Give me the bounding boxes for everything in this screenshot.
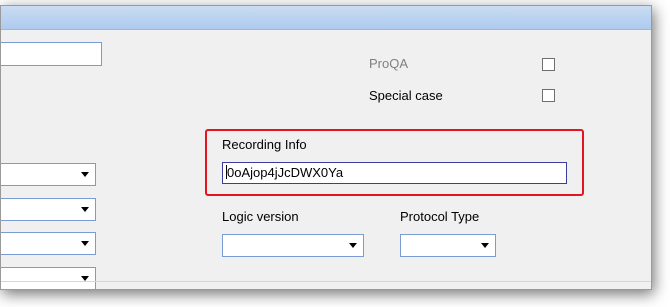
special-case-label: Special case: [369, 88, 443, 103]
proqa-label: ProQA: [369, 56, 409, 71]
logic-version-label: Logic version: [222, 209, 299, 224]
protocol-type-label: Protocol Type: [400, 209, 480, 224]
special-case-checkbox[interactable]: [542, 89, 555, 102]
logic-version-select[interactable]: [222, 234, 364, 257]
chevron-down-icon: [81, 241, 89, 246]
chevron-down-icon: [81, 207, 89, 212]
window-titlebar: [1, 6, 651, 30]
chevron-down-icon: [481, 243, 489, 248]
left-combo-1[interactable]: [1, 163, 96, 186]
chevron-down-icon: [81, 172, 89, 177]
left-text-field[interactable]: [1, 42, 102, 66]
left-combo-2[interactable]: [1, 198, 96, 221]
recording-info-value: 0oAjop4jJcDWX0Ya: [227, 165, 344, 180]
left-combo-3[interactable]: [1, 232, 96, 255]
proqa-checkbox[interactable]: [542, 58, 555, 71]
recording-info-input[interactable]: 0oAjop4jJcDWX0Ya: [222, 162, 567, 184]
left-combo-4[interactable]: [1, 267, 96, 289]
form-window: ProQA Special case Recording Info 0oAjop…: [0, 5, 652, 290]
protocol-type-select[interactable]: [400, 234, 496, 257]
recording-info-label: Recording Info: [222, 137, 307, 152]
bottom-divider: [1, 281, 651, 282]
screenshot-stage: ProQA Special case Recording Info 0oAjop…: [0, 0, 670, 307]
chevron-down-icon: [349, 243, 357, 248]
